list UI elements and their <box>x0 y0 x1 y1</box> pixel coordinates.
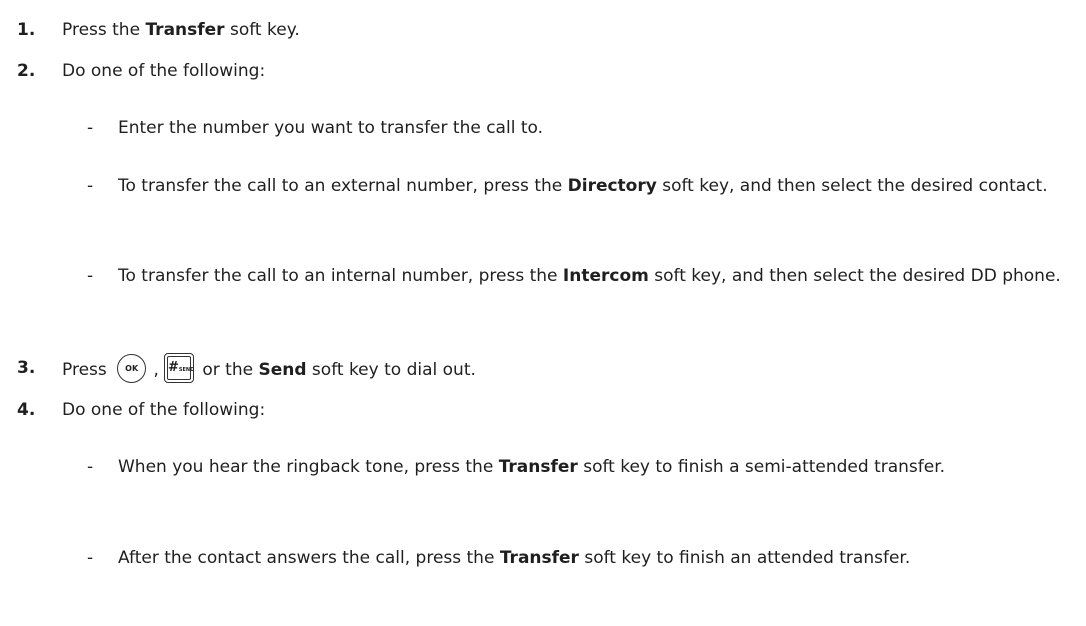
step-text: Do one of the following: <box>62 400 266 420</box>
option-text: To transfer the call to an external numb… <box>118 176 1048 196</box>
step-text: Do one of the following: <box>62 61 266 81</box>
bullet: - <box>87 118 94 138</box>
soft-key-name: Transfer <box>145 20 225 40</box>
ok-key-icon: OK <box>117 353 147 383</box>
option-text: After the contact answers the call, pres… <box>118 548 911 568</box>
send-key-icon: #SEND <box>163 353 194 383</box>
step-number: 4. <box>17 400 36 420</box>
bullet: - <box>87 176 94 196</box>
step-number: 3. <box>17 358 36 378</box>
bullet: - <box>87 548 94 568</box>
bullet: - <box>87 457 94 477</box>
soft-key-name: Transfer <box>498 457 578 477</box>
step-text: Press the Transfer soft key. <box>62 20 300 40</box>
soft-key-name: Directory <box>567 176 657 196</box>
step-number: 2. <box>17 61 36 81</box>
soft-key-name: Intercom <box>562 266 649 286</box>
option-text: Enter the number you want to transfer th… <box>118 118 543 138</box>
step-number: 1. <box>17 20 36 40</box>
option-text: To transfer the call to an internal numb… <box>118 266 1061 286</box>
soft-key-name: Transfer <box>499 548 579 568</box>
bullet: - <box>87 266 94 286</box>
option-text: When you hear the ringback tone, press t… <box>118 457 946 477</box>
soft-key-name: Send <box>258 360 307 380</box>
step-text: Press OK , #SEND or the Send soft key to … <box>62 353 476 385</box>
